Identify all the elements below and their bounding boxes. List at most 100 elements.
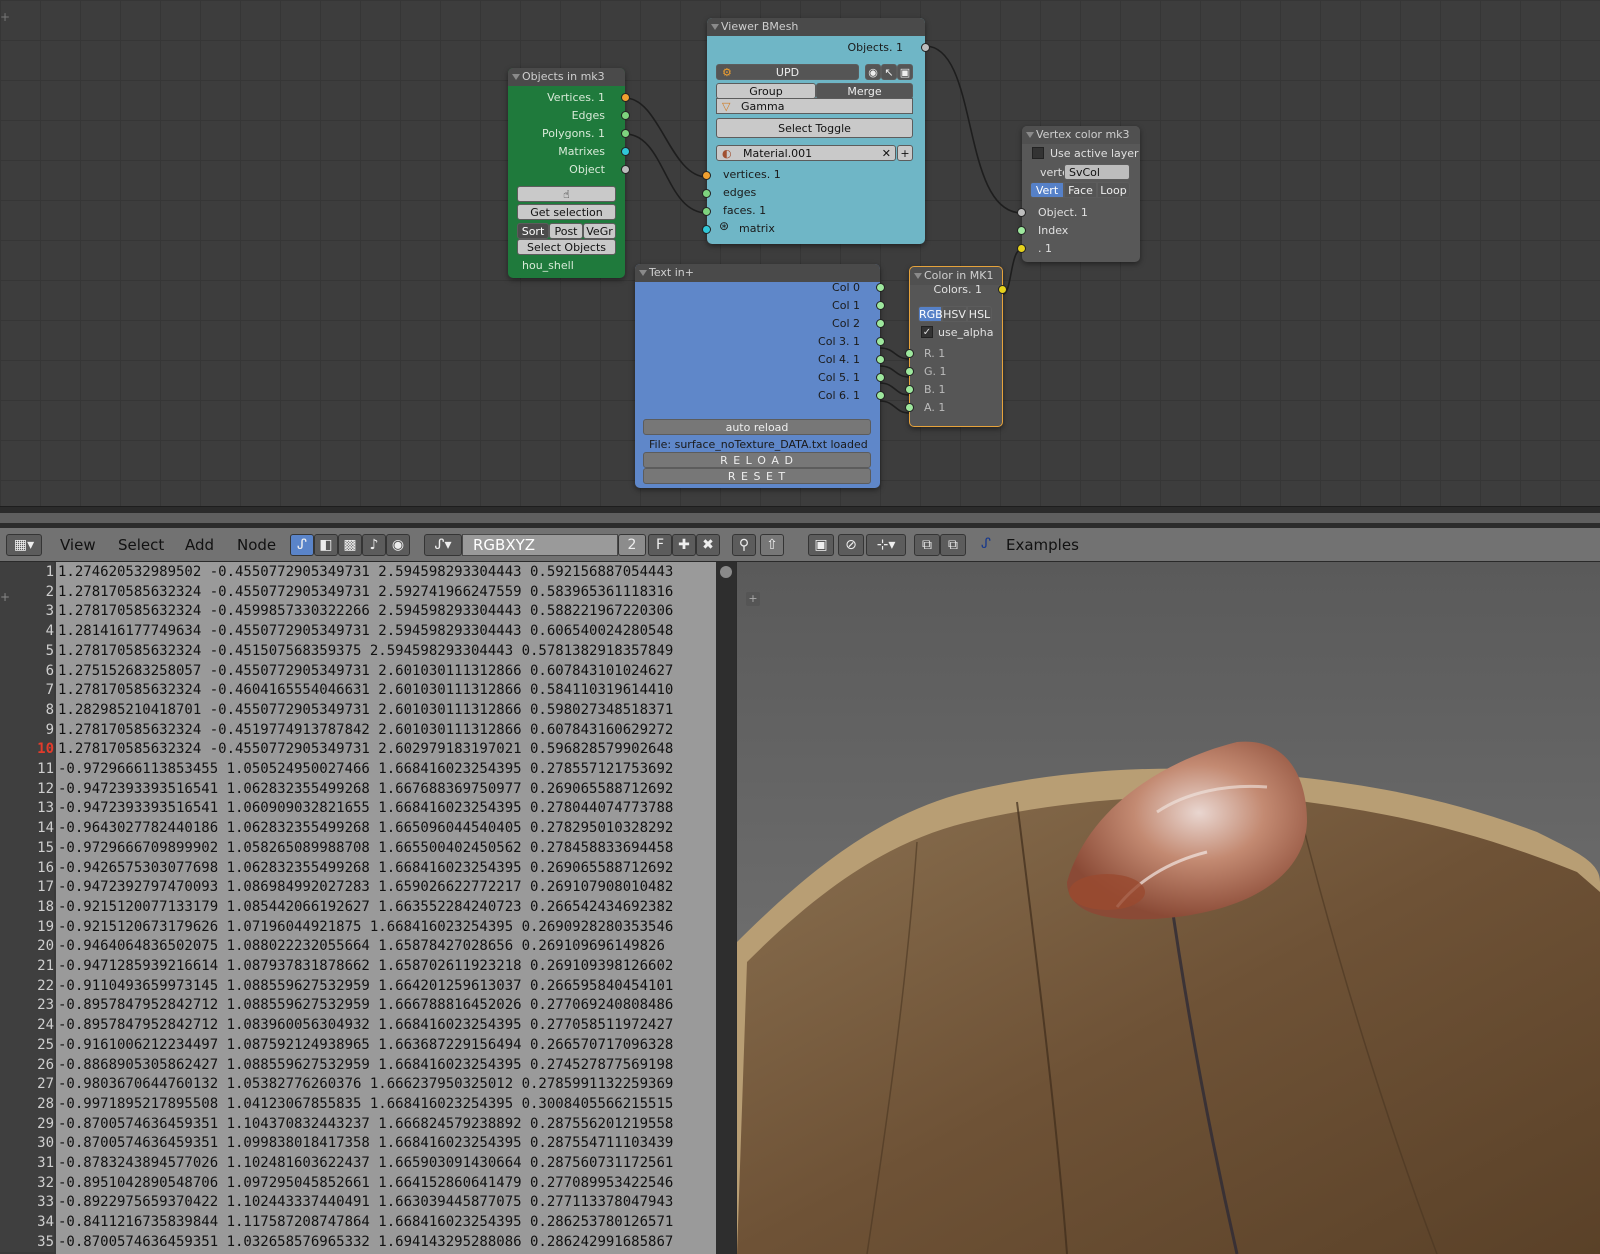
output-socket[interactable] (998, 285, 1007, 294)
mode-vert[interactable]: Vert (1030, 182, 1064, 198)
reset-button[interactable]: R E S E T (643, 468, 871, 484)
text-line[interactable]: 25 -0.9161006212234497 1.087592124938965 … (0, 1034, 716, 1055)
text-line[interactable]: 12 -0.9472393393516541 1.062832355499268 … (0, 778, 716, 799)
text-editor[interactable]: 1 1.274620532989502 -0.4550772905349731 2… (0, 562, 737, 1254)
group-toggle[interactable]: Group (716, 83, 816, 99)
material-field[interactable]: ◐ Material.001 ✕ (716, 145, 896, 161)
copy-icon[interactable]: ⧉ (914, 534, 940, 556)
backdrop-icon[interactable]: ▣ (808, 534, 834, 556)
text-line[interactable]: 22 -0.9110493659973145 1.088559627532959 … (0, 975, 716, 996)
scroll-thumb[interactable] (720, 566, 732, 578)
input-socket[interactable] (1017, 208, 1026, 217)
texture-tree-icon[interactable]: ▩ (338, 534, 362, 556)
area-divider[interactable] (0, 506, 1600, 528)
text-line[interactable]: 15 -0.9729666709899902 1.058265089988708 … (0, 837, 716, 858)
output-socket[interactable] (621, 93, 630, 102)
input-socket[interactable] (905, 367, 914, 376)
text-line[interactable]: 18 -0.9215120077133179 1.085442066192627 … (0, 896, 716, 917)
output-socket[interactable] (876, 391, 885, 400)
users-count[interactable]: 2 (618, 534, 646, 556)
text-line[interactable]: 6 1.275152683258057 -0.4550772905349731 2… (0, 660, 716, 681)
input-socket[interactable] (702, 189, 711, 198)
sverchok-icon[interactable]: ᔑ (974, 534, 998, 556)
text-line[interactable]: 8 1.282985210418701 -0.4550772905349731 2… (0, 699, 716, 720)
input-socket[interactable] (905, 403, 914, 412)
output-socket[interactable] (621, 111, 630, 120)
tab-post[interactable]: Post (549, 223, 583, 239)
use-alpha-checkbox[interactable]: ✓ (921, 326, 933, 338)
new-tree-icon[interactable]: ✚ (672, 534, 696, 556)
mode-loop[interactable]: Loop (1097, 182, 1130, 198)
color-in-node[interactable]: Color in MK1 Colors. 1 RGB HSV HSL ✓ use… (905, 266, 1007, 427)
sound-tree-icon[interactable]: ♪ (362, 534, 386, 556)
fake-user-button[interactable]: F (648, 534, 672, 556)
input-socket[interactable] (905, 385, 914, 394)
add-material-icon[interactable]: + (897, 145, 913, 161)
input-socket[interactable] (702, 207, 711, 216)
text-line[interactable]: 14 -0.9643027782440186 1.062832355499268 … (0, 818, 716, 839)
text-line[interactable]: 7 1.278170585632324 -0.4604165554046631 2… (0, 680, 716, 701)
mode-hsv[interactable]: HSV (942, 306, 967, 322)
compositing-tree-icon[interactable]: ◉ (386, 534, 410, 556)
editor-type-icon[interactable]: ▦▾ (6, 534, 42, 556)
merge-toggle[interactable]: Merge (816, 83, 913, 99)
3d-viewport[interactable]: + (737, 562, 1600, 1254)
text-line[interactable]: 9 1.278170585632324 -0.4519774913787842 2… (0, 719, 716, 740)
tab-vegr[interactable]: VeGr (583, 223, 616, 239)
text-line[interactable]: 31 -0.8783243894577026 1.102481603622437 … (0, 1153, 716, 1173)
text-line[interactable]: 13 -0.9472393393516541 1.060909032821655 … (0, 798, 716, 819)
output-socket[interactable] (876, 283, 885, 292)
text-line[interactable]: 24 -0.8957847952842712 1.083960056304932 … (0, 1015, 716, 1036)
text-line[interactable]: 34 -0.8411216735839844 1.117587208747864 … (0, 1212, 716, 1233)
mode-rgb[interactable]: RGB (918, 306, 943, 322)
tab-sort[interactable]: Sort (517, 223, 549, 239)
use-active-layer-checkbox[interactable] (1032, 147, 1044, 159)
input-socket[interactable] (1017, 244, 1026, 253)
upd-button[interactable]: ⚙ UPD (716, 64, 859, 80)
input-socket[interactable] (905, 349, 914, 358)
mode-face[interactable]: Face (1064, 182, 1097, 198)
mode-hsl[interactable]: HSL (967, 306, 992, 322)
text-line[interactable]: 5 1.278170585632324 -0.451507568359375 2.… (0, 640, 716, 661)
objects-in-node[interactable]: Objects in mk3 Vertices. 1 Edges Polygon… (508, 68, 630, 278)
menu-add[interactable]: Add (185, 528, 214, 562)
text-line[interactable]: 10 1.278170585632324 -0.4550772905349731 … (0, 739, 716, 760)
region-expand-icon[interactable]: + (0, 10, 10, 24)
text-line[interactable]: 1 1.274620532989502 -0.4550772905349731 2… (0, 562, 716, 582)
text-line[interactable]: 17 -0.9472392797470093 1.086984992027283 … (0, 877, 716, 898)
pin-icon[interactable]: ⚲ (732, 534, 756, 556)
text-line[interactable]: 2 1.278170585632324 -0.4550772905349731 2… (0, 581, 716, 602)
output-socket[interactable] (876, 337, 885, 346)
output-socket[interactable] (876, 373, 885, 382)
select-objects-button[interactable]: Select Objects (517, 239, 616, 255)
sverchok-tree-icon[interactable]: ᔑ (290, 534, 314, 556)
output-socket[interactable] (621, 129, 630, 138)
verte-field[interactable]: SvCol (1064, 164, 1130, 180)
text-line[interactable]: 35 -0.8700574636459351 1.032658576965332 … (0, 1231, 716, 1252)
text-line[interactable]: 27 -0.9803670644760132 1.05382776260376 1… (0, 1074, 716, 1095)
text-line[interactable]: 33 -0.8922975659370422 1.102443337440491 … (0, 1192, 716, 1213)
region-expand-icon[interactable]: + (0, 590, 10, 604)
node-editor-canvas[interactable]: + Objects in mk3 Vertices. 1 Edges Polyg… (0, 0, 1600, 506)
menu-node[interactable]: Node (237, 528, 276, 562)
text-line[interactable]: 4 1.281416177749634 -0.4550772905349731 2… (0, 621, 716, 642)
output-socket[interactable] (921, 43, 930, 52)
snap-icon[interactable]: ⊘ (838, 534, 864, 556)
reload-button[interactable]: R E L O A D (643, 452, 871, 468)
text-line[interactable]: 16 -0.9426575303077698 1.062832355499268 … (0, 857, 716, 878)
shader-tree-icon[interactable]: ◧ (314, 534, 338, 556)
text-line[interactable]: 26 -0.8868905305862427 1.088559627532959 … (0, 1054, 716, 1075)
paste-icon[interactable]: ⧉ (940, 534, 966, 556)
output-socket[interactable] (876, 355, 885, 364)
output-socket[interactable] (876, 301, 885, 310)
clear-icon[interactable]: ✕ (882, 146, 891, 161)
text-line[interactable]: 28 -0.9971895217895508 1.04123067855835 1… (0, 1093, 716, 1114)
restrict-view-icon[interactable]: ◉ (865, 64, 881, 80)
restrict-select-icon[interactable]: ↖ (881, 64, 897, 80)
text-line[interactable]: 19 -0.9215120673179626 1.07196044921875 1… (0, 916, 716, 937)
text-in-node[interactable]: Text in+ Col 0 Col 1 Col 2 Col 3. 1 Col … (635, 264, 885, 488)
text-line[interactable]: 30 -0.8700574636459351 1.099838018417358 … (0, 1133, 716, 1154)
vertex-color-node[interactable]: Vertex color mk3 Use active layer verte … (1017, 126, 1140, 262)
input-socket[interactable] (1017, 226, 1026, 235)
text-line[interactable]: 20 -0.9464064836502075 1.088022232055664 … (0, 936, 716, 957)
